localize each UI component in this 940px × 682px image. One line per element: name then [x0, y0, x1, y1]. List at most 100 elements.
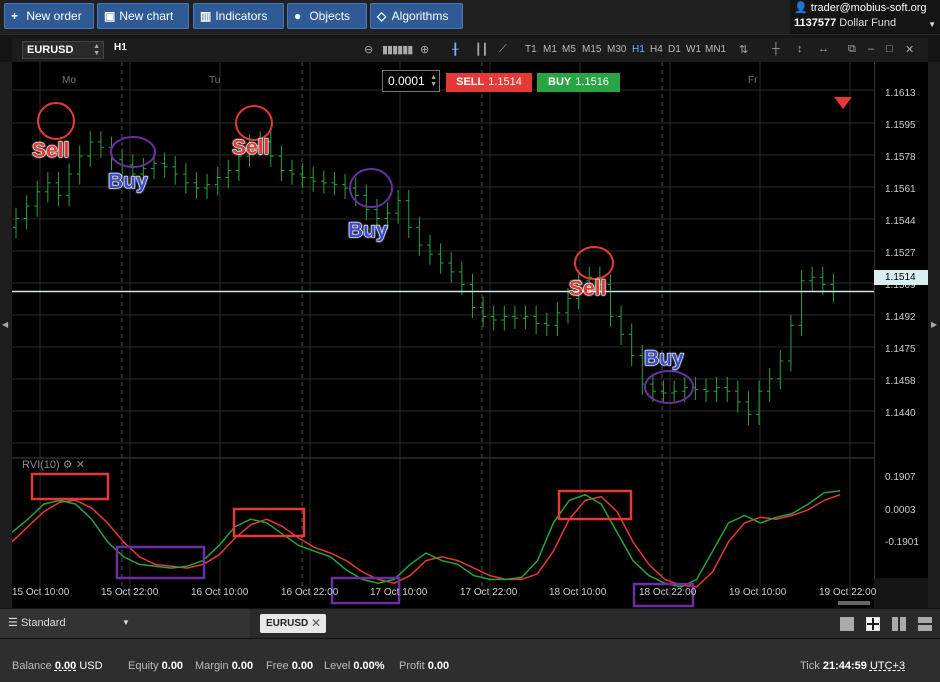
price-chart[interactable]: [12, 62, 928, 608]
symbol-selector[interactable]: EURUSD ▲ ▼: [22, 41, 104, 59]
chevron-down-icon: ▼: [122, 618, 130, 627]
sell-box: [557, 489, 633, 521]
time-tick: 19 Oct 10:00: [729, 587, 787, 598]
chevron-left-icon: ◀: [2, 320, 9, 329]
day-label: Fr: [748, 75, 758, 86]
rvi-main-line: [12, 490, 841, 588]
equity-status: Equity 0.00: [128, 660, 184, 672]
price-tick: 1.1527: [885, 248, 916, 259]
account-number: 1137577: [794, 17, 837, 29]
balance-status: Balance 0.00 USD: [12, 660, 103, 672]
quantity-input[interactable]: 0.0001 ▲ ▼: [382, 70, 440, 92]
sell-circle: [574, 246, 614, 280]
single-layout-icon[interactable]: [840, 617, 854, 631]
tf-m15[interactable]: M15: [582, 44, 601, 55]
minimize-icon[interactable]: ‒: [868, 43, 874, 55]
tf-m5[interactable]: M5: [562, 44, 576, 55]
horizontal-split-icon[interactable]: [918, 617, 932, 631]
tab-bar: ☰ Standard ▼ EURUSD ✕: [0, 608, 940, 639]
time-tick: 19 Oct 22:00: [819, 587, 877, 598]
tf-h1[interactable]: H1: [632, 44, 645, 55]
chevron-down-icon: ▼: [928, 20, 936, 29]
buy-circle: [349, 168, 393, 208]
maximize-icon[interactable]: □: [886, 43, 893, 55]
sell-annotation: Sell: [231, 136, 270, 160]
close-icon[interactable]: ✕: [311, 614, 321, 633]
price-tick: 1.1561: [885, 184, 916, 195]
tf-t1[interactable]: T1: [525, 44, 537, 55]
horizontal-scroll-thumb: [838, 601, 870, 605]
close-icon[interactable]: ✕: [905, 43, 914, 56]
close-icon[interactable]: ✕: [76, 459, 85, 471]
line-chart-type-icon[interactable]: ⟋: [499, 43, 507, 56]
tf-h4[interactable]: H4: [650, 44, 663, 55]
user-icon: 👤: [794, 2, 808, 14]
indicators-button[interactable]: ▥ Indicators: [193, 3, 284, 29]
detach-window-icon[interactable]: ⧉: [848, 43, 856, 56]
candle-chart-type-icon[interactable]: ┃┃: [475, 43, 488, 56]
time-tick: 18 Oct 10:00: [549, 587, 607, 598]
sell-box: [30, 472, 110, 501]
time-tick: 16 Oct 10:00: [191, 587, 249, 598]
crosshair-icon[interactable]: ┼: [772, 43, 780, 55]
sell-circle: [37, 102, 75, 140]
timezone-select[interactable]: UTC+3: [870, 660, 905, 672]
tf-w1[interactable]: W1: [686, 44, 701, 55]
sell-button[interactable]: SELL 1.1514: [446, 73, 532, 92]
zoom-in-icon[interactable]: ⊕: [420, 43, 429, 56]
sell-annotation: Sell: [31, 139, 70, 163]
account-panel[interactable]: 👤 trader@mobius-soft.org 1137577 Dollar …: [790, 0, 940, 34]
level-status: Level 0.00%: [324, 660, 385, 672]
buy-annotation: Buy: [644, 347, 685, 371]
tf-mn1[interactable]: MN1: [705, 44, 726, 55]
profit-status: Profit 0.00: [399, 660, 450, 672]
vertical-scale-icon[interactable]: ↕: [797, 43, 803, 55]
tf-d1[interactable]: D1: [668, 44, 681, 55]
time-tick: 15 Oct 22:00: [101, 587, 159, 598]
main-toolbar: + New order ▣ New chart ▥ Indicators ● O…: [0, 0, 940, 34]
algorithms-icon: ◇: [377, 9, 387, 23]
zoom-out-icon[interactable]: ⊖: [364, 43, 373, 56]
bar-chart-icon: ▥: [200, 9, 212, 23]
price-tick: 1.1440: [885, 408, 916, 419]
account-fund: Dollar Fund: [839, 17, 897, 29]
sell-annotation: Sell: [568, 277, 607, 301]
algorithms-button[interactable]: ◇ Algorithms: [370, 3, 463, 29]
chart-window: EURUSD ▲ ▼ H1 ⊖ ▮▮▮▮▮▮ ⊕ ╂ ┃┃ ⟋ T1 M1 M5 M…: [0, 34, 940, 608]
day-label: Tu: [209, 75, 221, 86]
buy-annotation: Buy: [348, 219, 389, 243]
right-scroll-strip[interactable]: ▶: [928, 62, 940, 608]
scroll-marker-icon: [834, 97, 852, 109]
autoscale-icon[interactable]: ⇅: [739, 43, 748, 56]
tab-eurusd[interactable]: EURUSD ✕: [260, 614, 326, 633]
chevron-right-icon: ▶: [931, 320, 938, 329]
objects-button[interactable]: ● Objects: [287, 3, 367, 29]
layout-select[interactable]: ☰ Standard ▼: [0, 609, 250, 639]
new-chart-button[interactable]: ▣ New chart: [97, 3, 189, 29]
tf-m1[interactable]: M1: [543, 44, 557, 55]
grid-layout-icon[interactable]: [866, 617, 880, 631]
status-bar: Balance 0.00 USD Equity 0.00 Margin 0.00…: [0, 638, 940, 682]
indicator-tick: 0.0003: [885, 505, 916, 516]
chart-toolbar: EURUSD ▲ ▼ H1 ⊖ ▮▮▮▮▮▮ ⊕ ╂ ┃┃ ⟋ T1 M1 M5 M…: [12, 38, 928, 62]
account-user: trader@mobius-soft.org: [810, 2, 927, 14]
price-tick: 1.1475: [885, 344, 916, 355]
buy-annotation: Buy: [108, 170, 149, 194]
price-tick: 1.1492: [885, 312, 916, 323]
new-order-button[interactable]: + New order: [4, 3, 94, 29]
bar-chart-type-icon[interactable]: ╂: [452, 43, 459, 56]
left-scroll-strip[interactable]: ◀: [0, 62, 12, 608]
spinner-icon[interactable]: ▲ ▼: [430, 74, 437, 88]
buy-button[interactable]: BUY 1.1516: [537, 73, 620, 92]
balance-value[interactable]: 0.00: [55, 660, 76, 672]
horizontal-scale-icon[interactable]: ↔: [818, 43, 829, 55]
tf-m30[interactable]: M30: [607, 44, 626, 55]
plus-icon: +: [11, 9, 19, 23]
time-tick: 17 Oct 10:00: [370, 587, 428, 598]
settings-icon[interactable]: ⚙: [63, 459, 73, 471]
vertical-split-icon[interactable]: [892, 617, 906, 631]
buy-circle: [644, 370, 694, 404]
zoom-slider[interactable]: ▮▮▮▮▮▮: [382, 43, 413, 56]
indicator-name[interactable]: RVI(10) ⚙ ✕: [22, 458, 85, 471]
price-tick: 1.1578: [885, 152, 916, 163]
